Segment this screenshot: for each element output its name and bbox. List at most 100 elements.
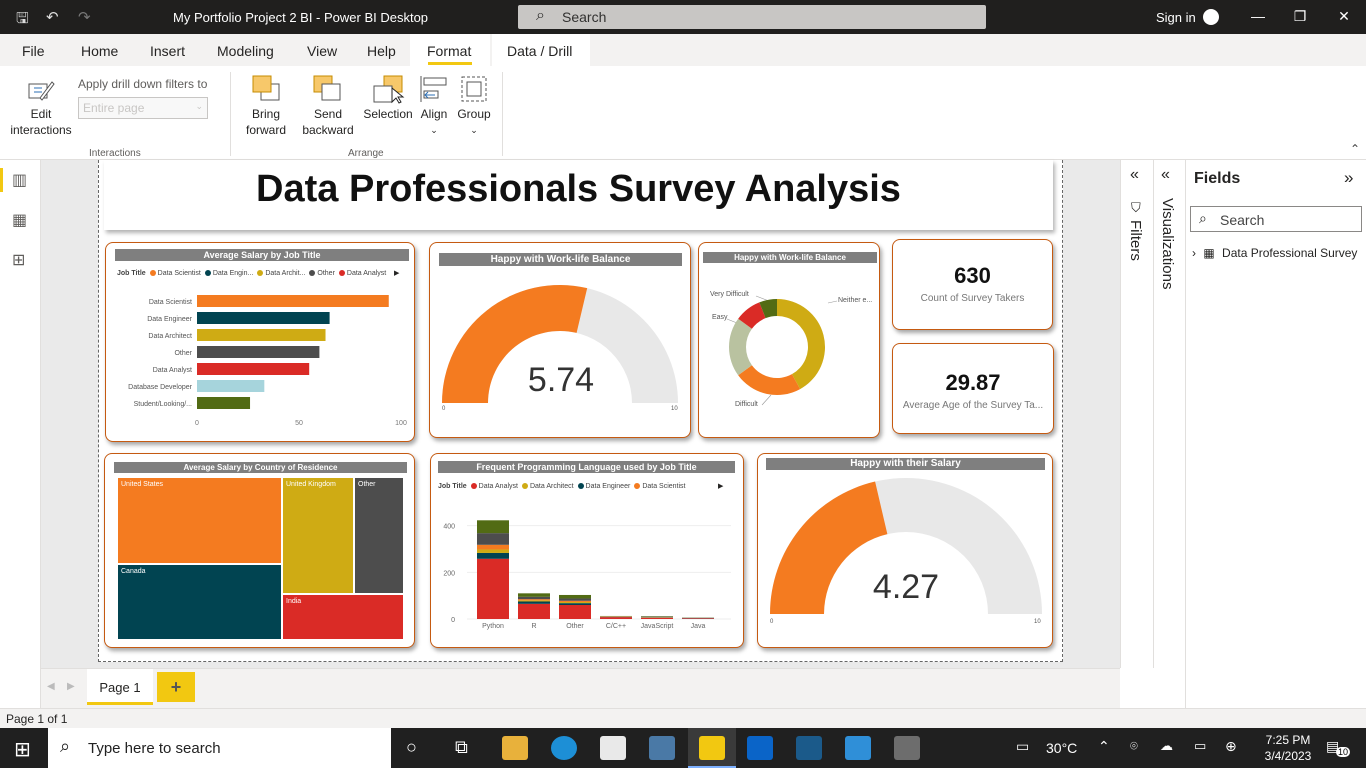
stacked-bar-segment[interactable] (518, 593, 550, 597)
stacked-bar-segment[interactable] (518, 600, 550, 602)
bar[interactable] (197, 295, 389, 307)
tab-insert[interactable]: Insert (150, 43, 185, 59)
edit-interactions-button[interactable]: Edit interactions (8, 72, 74, 142)
avatar[interactable] (1203, 9, 1219, 25)
treemap-cell[interactable]: Other (354, 477, 404, 594)
stacked-bar-segment[interactable] (559, 598, 591, 601)
salary-by-country-visual[interactable]: Average Salary by Country of Residence U… (104, 453, 415, 648)
tab-home[interactable]: Home (81, 43, 118, 59)
bar[interactable] (197, 380, 265, 392)
report-view-icon[interactable]: ▥ (12, 170, 27, 190)
tab-file[interactable]: File (22, 43, 45, 59)
power-bi-icon[interactable] (699, 736, 725, 760)
windows-start-icon[interactable]: ⊞ (14, 737, 31, 762)
undo-icon[interactable]: ↶ (46, 8, 59, 26)
chevron-up-icon[interactable]: ⌃ (1098, 738, 1110, 755)
stacked-bar-segment[interactable] (518, 596, 550, 600)
report-title-card[interactable]: Data Professionals Survey Analysis (104, 160, 1053, 230)
tab-modeling[interactable]: Modeling (217, 43, 274, 59)
clock[interactable]: 7:25 PM 3/4/2023 (1258, 732, 1318, 764)
stacked-bar-segment[interactable] (641, 617, 673, 619)
photos-icon[interactable] (845, 736, 871, 760)
field-table-item[interactable]: › ▦ Data Professional Survey (1192, 246, 1357, 260)
calculator-icon[interactable] (894, 736, 920, 760)
minimize-icon[interactable]: — (1243, 8, 1273, 24)
tab-format[interactable]: Format (427, 43, 471, 59)
stacked-bar-segment[interactable] (682, 618, 714, 619)
legend-next-icon[interactable]: ▶ (394, 269, 399, 277)
task-view-icon[interactable]: ⧉ (455, 737, 468, 758)
model-view-icon[interactable]: ⊞ (12, 250, 25, 270)
meet-now-icon[interactable]: ⌾ (1130, 738, 1138, 754)
mail-icon[interactable] (747, 736, 773, 760)
sql-icon[interactable] (796, 736, 822, 760)
fields-search-input[interactable]: ⌕ Search (1190, 206, 1362, 232)
close-icon[interactable]: ✕ (1329, 8, 1359, 25)
save-icon[interactable]: 🖫 (16, 8, 29, 33)
stacked-bar-segment[interactable] (600, 617, 632, 619)
sign-in-link[interactable]: Sign in (1156, 10, 1196, 25)
redo-icon[interactable]: ↷ (78, 8, 91, 26)
stacked-bar-segment[interactable] (559, 594, 591, 599)
stacked-bar-segment[interactable] (518, 599, 550, 601)
stacked-bar-segment[interactable] (518, 601, 550, 604)
network-icon[interactable]: ⊕ (1225, 738, 1237, 755)
send-backward-button[interactable]: Send backward (298, 72, 358, 142)
visualizations-pane[interactable]: « Visualizations (1154, 160, 1186, 708)
store-icon[interactable] (600, 736, 626, 760)
programming-language-visual[interactable]: Frequent Programming Language used by Jo… (430, 453, 744, 648)
postgres-icon[interactable] (649, 736, 675, 760)
bar[interactable] (197, 312, 330, 324)
tab-help[interactable]: Help (367, 43, 396, 59)
stacked-bar-segment[interactable] (477, 533, 509, 545)
stacked-bar-segment[interactable] (477, 520, 509, 534)
salary-by-job-title-visual[interactable]: Average Salary by Job Title Job Title Dat… (105, 242, 415, 442)
cortana-icon[interactable]: ○ (406, 737, 417, 758)
stacked-bar-segment[interactable] (477, 544, 509, 550)
treemap-cell[interactable]: United States (117, 477, 282, 564)
align-button[interactable]: Align ⌄ (416, 72, 452, 142)
search-input[interactable]: ⌕ Search (518, 5, 986, 29)
collapse-fields-icon[interactable]: » (1344, 168, 1353, 188)
treemap-cell[interactable]: India (282, 594, 404, 640)
worklife-donut-visual[interactable]: Happy with Work-life Balance Very Diffic… (698, 242, 880, 438)
average-age-card[interactable]: 29.87 Average Age of the Survey Ta... (892, 343, 1054, 434)
collapse-ribbon-icon[interactable]: ⌃ (1350, 142, 1360, 156)
add-page-button[interactable]: + (157, 672, 195, 702)
selection-button[interactable]: Selection (360, 72, 416, 122)
stacked-bar-segment[interactable] (518, 603, 550, 619)
stacked-bar-segment[interactable] (477, 549, 509, 553)
stacked-bar-segment[interactable] (559, 605, 591, 619)
bar[interactable] (197, 363, 310, 375)
stacked-bar-segment[interactable] (559, 601, 591, 604)
donut-slice[interactable] (738, 365, 801, 395)
salary-gauge-visual[interactable]: Happy with their Salary 4.27 0 10 (757, 453, 1053, 648)
stacked-bar-segment[interactable] (477, 558, 509, 619)
prev-page-icon[interactable]: ◀ (47, 681, 55, 692)
next-page-icon[interactable]: ▶ (67, 681, 75, 692)
donut-slice[interactable] (729, 318, 752, 376)
treemap-cell[interactable]: United Kingdom (282, 477, 354, 594)
survey-count-card[interactable]: 630 Count of Survey Takers (892, 239, 1053, 330)
filters-pane[interactable]: « ⛉ Filters (1120, 160, 1154, 668)
bring-forward-button[interactable]: Bring forward (237, 72, 295, 142)
treemap-cell[interactable]: Canada (117, 564, 282, 640)
restore-icon[interactable]: ❐ (1285, 8, 1315, 25)
battery-icon[interactable]: ▭ (1194, 738, 1206, 754)
tab-data-drill[interactable]: Data / Drill (507, 43, 572, 59)
bar[interactable] (197, 329, 326, 341)
worklife-gauge-visual[interactable]: Happy with Work-life Balance 5.74 0 10 (429, 242, 691, 438)
edge-icon[interactable] (551, 736, 577, 760)
group-button[interactable]: Group ⌄ (454, 72, 494, 142)
legend-next-icon[interactable]: ▶ (718, 482, 723, 490)
collapse-filters-icon[interactable]: « (1130, 166, 1139, 184)
data-view-icon[interactable]: ▦ (12, 210, 27, 230)
bar[interactable] (197, 346, 320, 358)
file-explorer-icon[interactable] (502, 736, 528, 760)
temperature[interactable]: 30°C (1046, 740, 1077, 756)
onedrive-icon[interactable]: ☁ (1160, 738, 1173, 754)
stacked-bar-segment[interactable] (559, 603, 591, 605)
drill-filter-select[interactable]: Entire page ⌄ (78, 97, 208, 119)
taskbar-search-input[interactable]: ⌕ Type here to search (48, 728, 391, 768)
page-tab[interactable]: Page 1 (87, 669, 153, 705)
